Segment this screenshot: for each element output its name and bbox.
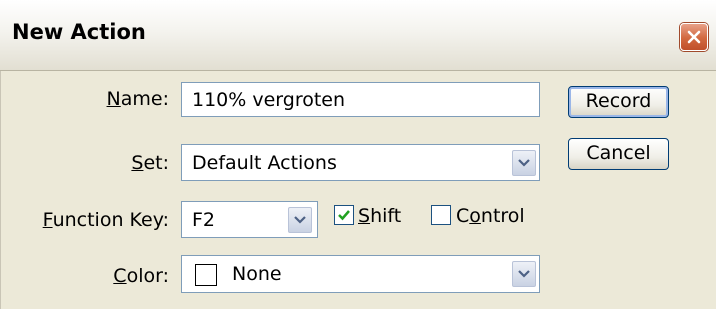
dialog-body: Name: 110% vergroten Set: Default Action… bbox=[0, 71, 716, 309]
color-swatch bbox=[195, 264, 217, 286]
name-label: Name: bbox=[106, 88, 169, 110]
chevron-down-icon bbox=[294, 216, 306, 224]
set-value: Default Actions bbox=[192, 152, 337, 174]
dialog-title: New Action bbox=[12, 20, 146, 44]
record-button[interactable]: Record bbox=[568, 86, 669, 118]
close-button[interactable] bbox=[680, 23, 708, 51]
shift-label[interactable]: Shift bbox=[358, 205, 401, 227]
control-label[interactable]: Control bbox=[456, 205, 525, 227]
name-value: 110% vergroten bbox=[192, 89, 346, 111]
checkmark-icon bbox=[338, 210, 350, 221]
function-key-dropdown[interactable]: F2 bbox=[181, 201, 318, 238]
cancel-button[interactable]: Cancel bbox=[568, 138, 669, 170]
color-dropdown[interactable]: None bbox=[181, 255, 540, 293]
set-dropdown[interactable]: Default Actions bbox=[181, 144, 540, 181]
new-action-dialog: New Action Name: 110% vergroten Set: Def… bbox=[0, 0, 716, 309]
function-key-label: Function Key: bbox=[42, 209, 169, 231]
set-dropdown-arrow[interactable] bbox=[512, 150, 536, 176]
color-dropdown-arrow[interactable] bbox=[512, 261, 536, 287]
color-value: None bbox=[232, 263, 282, 285]
chevron-down-icon bbox=[518, 159, 530, 167]
color-label: Color: bbox=[113, 265, 169, 287]
title-bar[interactable]: New Action bbox=[0, 0, 716, 71]
close-icon bbox=[687, 30, 701, 44]
function-key-dropdown-arrow[interactable] bbox=[288, 207, 312, 233]
function-key-value: F2 bbox=[192, 209, 216, 231]
name-input[interactable]: 110% vergroten bbox=[181, 82, 540, 117]
set-label: Set: bbox=[131, 152, 169, 174]
shift-checkbox[interactable] bbox=[334, 205, 354, 225]
control-checkbox[interactable] bbox=[431, 205, 451, 225]
chevron-down-icon bbox=[518, 270, 530, 278]
